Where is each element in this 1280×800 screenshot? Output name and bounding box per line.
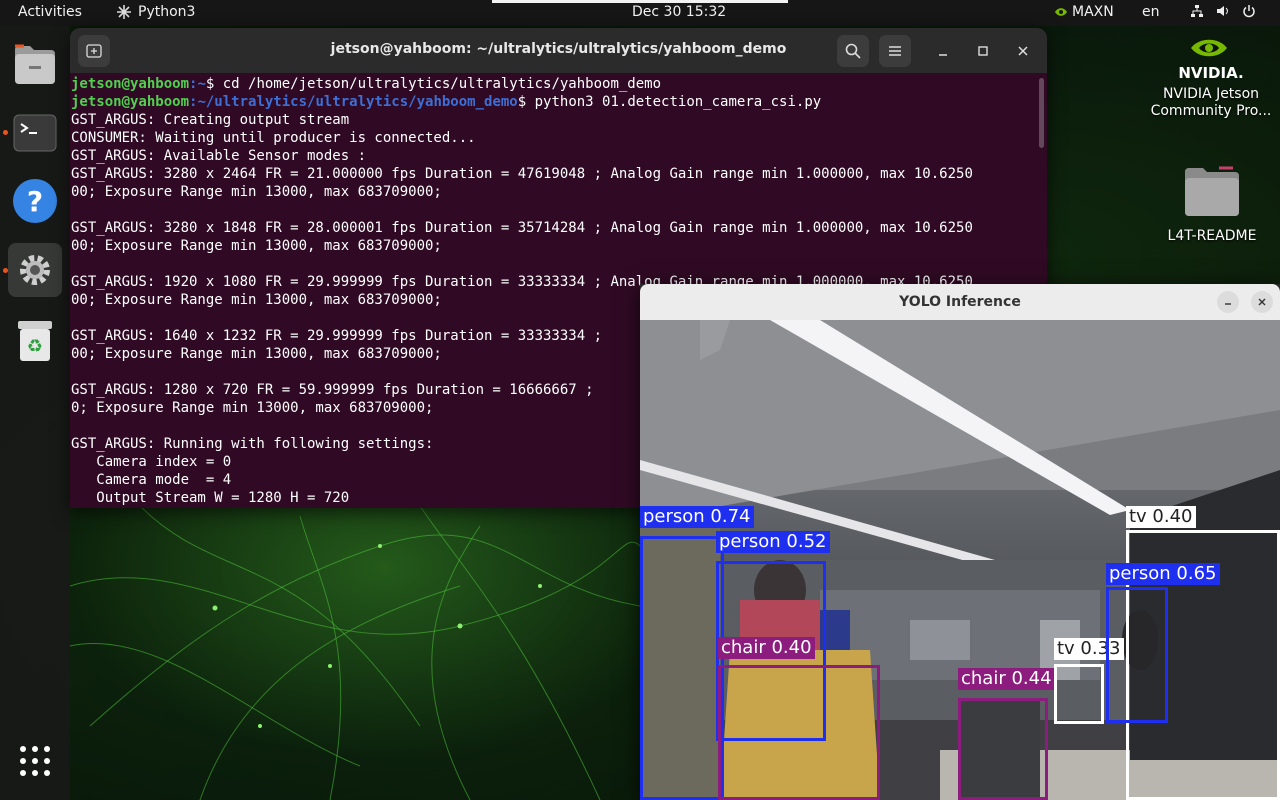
nvidia-logo-text: NVIDIA. [1178,64,1244,82]
menu-button[interactable] [879,35,911,67]
app-name-label: Python3 [138,4,196,20]
detection-box [958,698,1048,800]
maximize-icon [978,46,988,56]
app-menu[interactable]: Python3 [116,4,195,20]
detection-box [718,665,880,800]
dock-settings[interactable] [8,243,62,297]
terminal-icon [13,114,57,152]
terminal-line: 00; Exposure Range min 13000, max 683709… [71,184,442,200]
prompt-path: :~/ultralytics/ultralytics/yahboom_demo [189,94,518,110]
detection-label: chair 0.40 [718,637,815,659]
nvidia-logo-icon [1191,39,1227,57]
desktop-icon-l4t-readme[interactable]: L4T-README [1160,166,1264,244]
terminal-header: jetson@yahboom: ~/ultralytics/ultralytic… [70,28,1047,73]
prompt-command: $ cd /home/jetson/ultralytics/ultralytic… [205,76,662,92]
hamburger-menu-icon [889,46,901,56]
yolo-title: YOLO Inference [899,294,1021,310]
nvidia-label: NVIDIA Jetson Community Pro... [1150,86,1272,119]
svg-text:♻: ♻ [27,336,43,357]
clock[interactable]: Dec 30 15:32 [632,4,726,20]
language-indicator[interactable]: en [1142,4,1160,20]
notification-indicator [492,0,788,3]
power-icon [1242,4,1256,22]
yolo-header: YOLO Inference [640,284,1280,320]
terminal-line: GST_ARGUS: 3280 x 1848 FR = 28.000001 fp… [71,220,973,236]
yolo-close-button[interactable] [1251,291,1273,313]
terminal-line: CONSUMER: Waiting until producer is conn… [71,130,476,146]
power-mode-indicator[interactable]: MAXN [1054,4,1114,20]
detection-box [640,536,724,800]
detection-label: chair 0.44 [958,668,1055,690]
detection-box [1106,587,1168,723]
network-icon [1190,4,1204,22]
detection-label: person 0.74 [640,506,754,528]
settings-icon [20,255,50,285]
terminal-line: GST_ARGUS: Creating output stream [71,112,350,128]
system-menu[interactable] [1190,4,1256,22]
close-button[interactable] [1007,35,1039,67]
detection-label: person 0.52 [716,531,830,553]
terminal-line: jetson@yahboom:~/ultralytics/ultralytics… [71,93,1047,111]
minimize-button[interactable] [927,35,959,67]
terminal-line: GST_ARGUS: Available Sensor modes : [71,148,367,164]
volume-icon [1216,4,1230,22]
top-bar: Activities Python3 Dec 30 15:32 MAXN en [0,0,1280,26]
activities-button[interactable]: Activities [18,4,82,20]
dock-trash[interactable]: ♻ [8,314,62,368]
minimize-icon [1225,303,1231,305]
minimize-icon [939,54,947,56]
detection-label: person 0.65 [1106,563,1220,585]
detection-label: tv 0.40 [1126,506,1196,528]
python-app-icon [117,5,131,19]
prompt-user: jetson@yahboom [71,76,190,92]
power-mode-label: MAXN [1072,4,1114,20]
terminal-line: GST_ARGUS: 3280 x 2464 FR = 21.000000 fp… [71,166,973,182]
terminal-scrollbar[interactable] [1039,78,1044,148]
search-icon [845,43,861,59]
prompt-user: jetson@yahboom [71,94,190,110]
app-grid-icon [20,746,50,776]
search-button[interactable] [837,35,869,67]
dock-files[interactable] [8,38,62,92]
prompt-command: $ python3 01.detection_camera_csi.py [517,94,822,110]
dock-help[interactable]: ? [8,174,62,228]
svg-text:?: ? [27,185,43,218]
help-icon: ? [13,179,57,223]
yolo-inference-window[interactable]: YOLO Inference person 0.74 person 0.52 c… [640,284,1280,800]
files-icon [15,44,55,84]
terminal-line: jetson@yahboom:~$ cd /home/jetson/ultral… [71,75,1047,93]
dock: ? ♻ [0,26,70,800]
yolo-minimize-button[interactable] [1217,291,1239,313]
trash-icon: ♻ [18,321,52,361]
close-icon [1018,46,1028,56]
folder-label: L4T-README [1167,228,1257,244]
detection-box [1054,664,1104,724]
dock-app-grid[interactable] [8,734,62,788]
camera-feed: person 0.74 person 0.52 chair 0.40 chair… [640,320,1280,800]
prompt-path: :~ [189,76,206,92]
desktop-icon-nvidia[interactable]: NVIDIA. NVIDIA Jetson Community Pro... [1146,34,1276,120]
maximize-button[interactable] [967,35,999,67]
close-icon [1258,298,1266,306]
dock-terminal[interactable] [8,106,62,160]
terminal-line: 00; Exposure Range min 13000, max 683709… [71,238,442,254]
nvidia-tray-icon [1055,8,1067,16]
folder-icon [1185,166,1239,216]
